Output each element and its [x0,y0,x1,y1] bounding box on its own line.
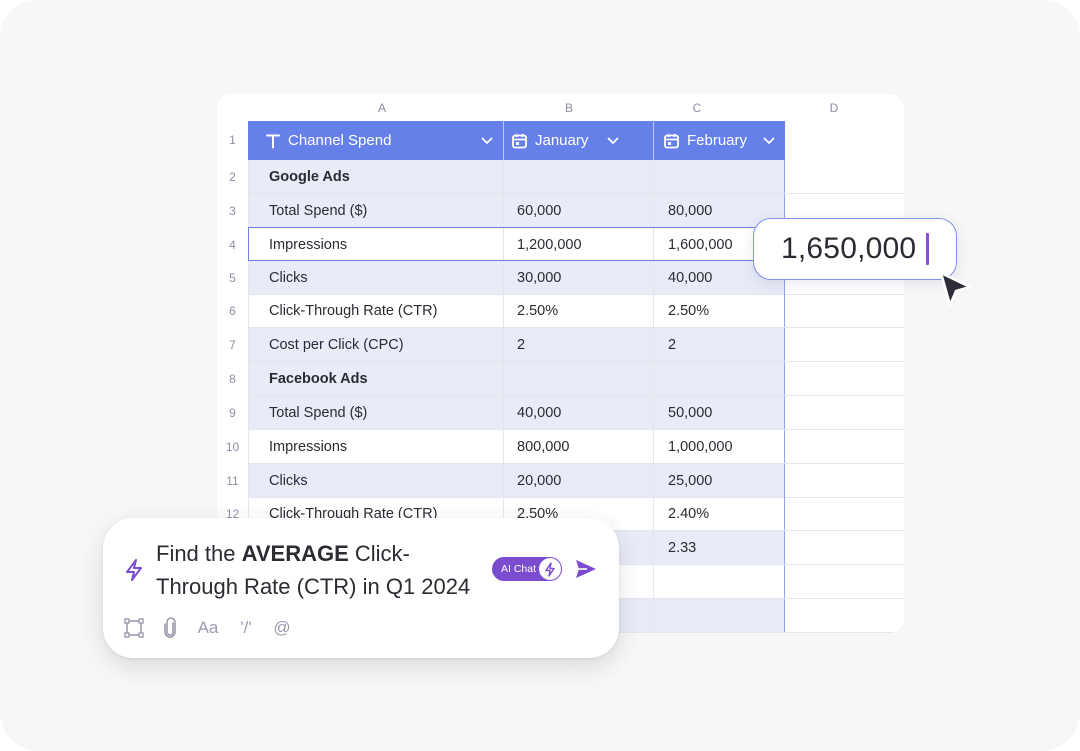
cell-b[interactable]: 30,000 [504,261,654,294]
section-row: Facebook Ads [248,362,904,396]
column-letter-d[interactable]: D [799,101,869,115]
cell-b[interactable]: 2.50% [504,294,654,327]
header-label: February [687,132,748,149]
cell-c[interactable] [654,362,785,395]
row-number[interactable]: 3 [217,204,248,218]
cell-d[interactable] [785,531,904,564]
row-number[interactable]: 11 [217,474,248,488]
cell-d[interactable] [785,362,904,395]
cell-d[interactable] [785,430,904,463]
text-caret [926,233,930,265]
cell-a[interactable]: Click-Through Rate (CTR) [248,294,504,327]
cell-b[interactable]: 1,200,000 [504,228,654,261]
prompt-text-bold: AVERAGE [241,541,349,566]
row-number[interactable]: 5 [217,271,248,285]
cell-b[interactable] [504,362,654,395]
chevron-down-icon[interactable] [763,137,775,145]
cell-c[interactable] [654,160,785,193]
row-number[interactable]: 7 [217,338,248,352]
mention-icon[interactable]: @ [271,616,293,640]
cell-c[interactable] [654,565,785,598]
frame-select-icon[interactable] [123,616,145,640]
header-january[interactable]: January [504,121,654,160]
ai-chat-label: AI Chat [501,563,537,575]
cell-c[interactable]: 2.50% [654,294,785,327]
row-number[interactable]: 4 [217,238,248,252]
chevron-down-icon[interactable] [481,137,493,145]
cell-b[interactable]: 40,000 [504,396,654,429]
cell-a[interactable]: Impressions [248,228,504,261]
attachment-icon[interactable] [159,616,181,640]
cell-a[interactable]: Facebook Ads [248,362,504,395]
cell-a[interactable]: Clicks [248,261,504,294]
cell-d[interactable] [785,160,904,193]
cell-d[interactable] [785,565,904,598]
cell-d[interactable] [785,464,904,497]
table-row: Impressions 800,000 1,000,000 [248,430,904,464]
cell-c[interactable]: 25,000 [654,464,785,497]
column-letter-c[interactable]: C [662,101,732,115]
cell-a[interactable]: Total Spend ($) [248,396,504,429]
cell-d[interactable] [785,599,904,632]
header-february[interactable]: February [654,121,785,160]
cell-d[interactable] [785,294,904,327]
cell-a[interactable]: Clicks [248,464,504,497]
table-row: Cost per Click (CPC) 2 2 [248,328,904,362]
cell-c[interactable]: 1,000,000 [654,430,785,463]
cell-value-editor[interactable]: 1,650,000 [753,218,957,280]
cell-b[interactable]: 2 [504,328,654,361]
cell-a[interactable]: Google Ads [248,160,504,193]
chevron-down-icon[interactable] [607,137,619,145]
ai-prompt-box: Find the AVERAGE Click-Through Rate (CTR… [103,518,619,658]
calendar-icon [512,133,527,149]
text-type-icon [266,133,280,149]
row-number[interactable]: 6 [217,304,248,318]
cell-c[interactable]: 50,000 [654,396,785,429]
send-icon[interactable] [574,558,598,585]
cell-a[interactable]: Impressions [248,430,504,463]
cell-c[interactable]: 2.40% [654,497,785,530]
cell-d[interactable] [785,328,904,361]
section-row: Google Ads [248,160,904,194]
calendar-icon [664,133,679,149]
prompt-text-start: Find the [156,541,242,566]
cell-c[interactable]: 2 [654,328,785,361]
row-number[interactable]: 9 [217,406,248,420]
cell-d[interactable] [785,497,904,530]
ai-chat-toggle[interactable]: AI Chat [492,557,562,581]
cell-a[interactable]: Total Spend ($) [248,194,504,227]
composer-toolbar: Aa '/' @ [123,616,293,640]
header-label: Channel Spend [288,132,392,149]
text-format-icon[interactable]: Aa [195,616,221,640]
column-letter-a[interactable]: A [347,101,417,115]
cell-c[interactable] [654,599,785,632]
cell-b[interactable] [504,160,654,193]
mouse-pointer-icon [937,270,975,315]
table-row: Click-Through Rate (CTR) 2.50% 2.50% [248,294,904,328]
row-number[interactable]: 1 [217,133,248,147]
row-number[interactable]: 10 [217,440,248,454]
slash-command-icon[interactable]: '/' [235,616,257,640]
header-label: January [535,132,589,149]
column-letter-b[interactable]: B [534,101,604,115]
row-number[interactable]: 8 [217,372,248,386]
cell-b[interactable]: 800,000 [504,430,654,463]
cell-b[interactable]: 20,000 [504,464,654,497]
table-row: Total Spend ($) 40,000 50,000 [248,396,904,430]
cell-value-input[interactable]: 1,650,000 [781,232,916,266]
cell-d[interactable] [785,396,904,429]
lightning-icon [539,558,561,580]
cell-a[interactable]: Cost per Click (CPC) [248,328,504,361]
row-number[interactable]: 2 [217,170,248,184]
cell-c[interactable]: 2.33 [654,531,785,564]
header-row: Channel Spend January February [248,121,785,160]
column-letters: A B C D [217,94,904,121]
prompt-text[interactable]: Find the AVERAGE Click-Through Rate (CTR… [156,537,486,603]
table-row: Clicks 20,000 25,000 [248,464,904,498]
header-channel-spend[interactable]: Channel Spend [248,121,504,160]
lightning-icon [124,558,144,587]
cell-b[interactable]: 60,000 [504,194,654,227]
